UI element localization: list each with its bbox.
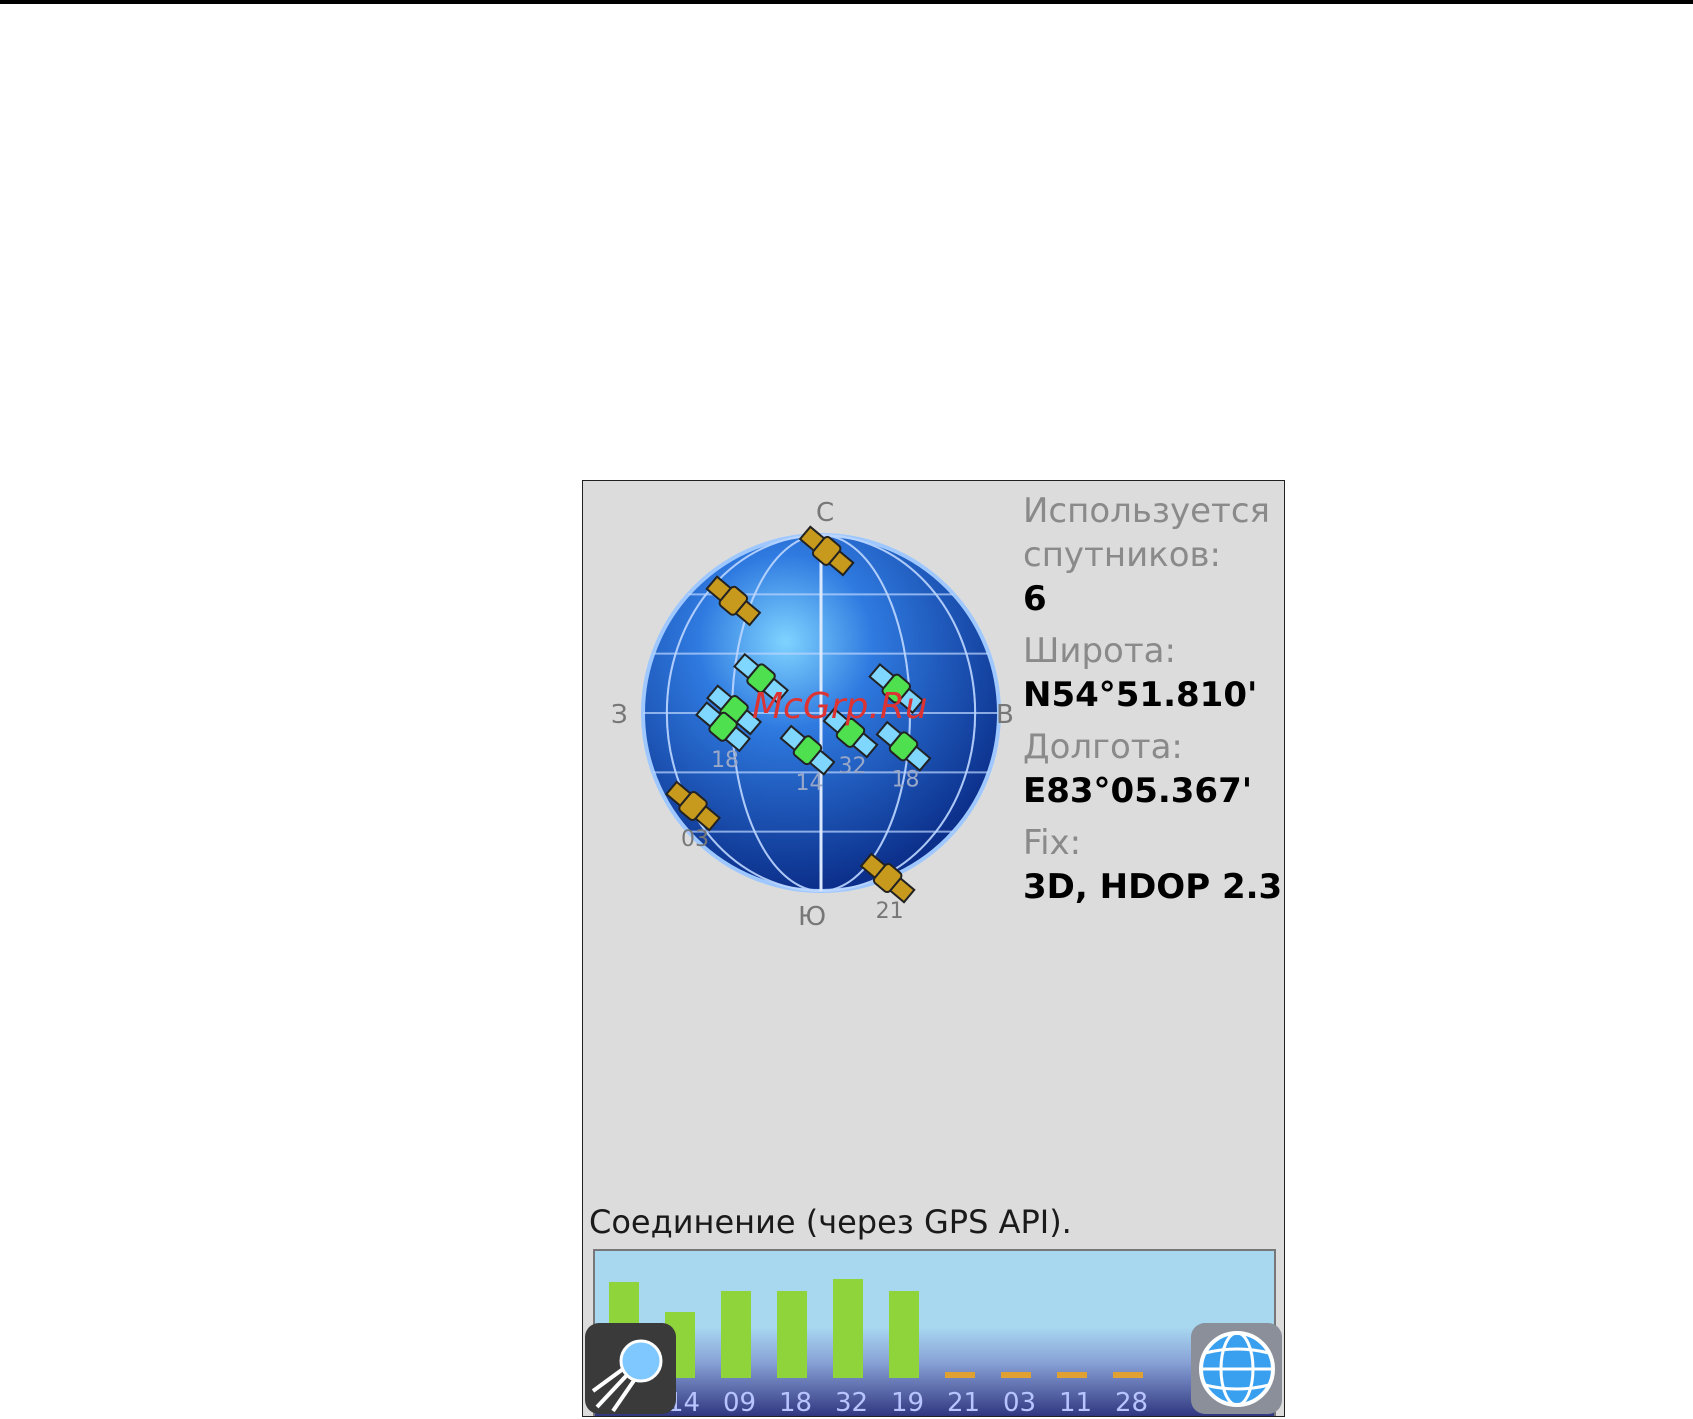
gps-screen: С Ю З В 18 32 14 18 03 21 McGrp.Ru Использует…	[582, 480, 1285, 1417]
signal-bar-label: 09	[723, 1388, 756, 1417]
signal-bar-label: 21	[947, 1388, 980, 1417]
satellite-id-label: 03	[681, 827, 709, 852]
signal-bar-label: 32	[835, 1388, 868, 1417]
longitude-label: Долгота:	[1023, 727, 1183, 767]
top-rule	[0, 0, 1693, 4]
sats-used-label-1: Используется	[1023, 491, 1270, 531]
signal-bar	[1113, 1372, 1143, 1378]
signal-bar	[777, 1291, 807, 1378]
longitude-value: E83°05.367'	[1023, 771, 1253, 811]
compass-north-label: С	[816, 498, 834, 528]
signal-bar	[721, 1291, 751, 1378]
signal-chart: 14 09 18 32 19 21 03 11 28	[595, 1251, 1274, 1417]
globe-icon	[1191, 1323, 1282, 1414]
satellite-id-label: 18	[892, 767, 920, 792]
satellite-id-label: 21	[876, 899, 904, 924]
signal-bar-label: 03	[1003, 1388, 1036, 1417]
sats-used-value: 6	[1023, 579, 1047, 619]
signal-bar-label: 28	[1115, 1388, 1148, 1417]
latitude-label: Широта:	[1023, 631, 1176, 671]
signal-bar	[833, 1279, 863, 1378]
signal-bar-label: 11	[1059, 1388, 1092, 1417]
compass-east-label: В	[996, 700, 1014, 730]
signal-bar	[889, 1291, 919, 1378]
info-panel: Используется спутников: 6 Широта: N54°51…	[1023, 489, 1283, 917]
sats-used-label-2: спутников:	[1023, 535, 1222, 575]
signal-bar	[1057, 1372, 1087, 1378]
satellite-icon	[585, 1323, 676, 1414]
signal-bar-label: 18	[779, 1388, 812, 1417]
signal-bar-label: 19	[891, 1388, 924, 1417]
connection-status: Соединение (через GPS API).	[589, 1203, 1072, 1241]
compass-west-label: З	[611, 700, 628, 730]
compass-south-label: Ю	[798, 902, 826, 932]
satellite-button[interactable]	[583, 1321, 678, 1416]
satellite-id-label: 32	[839, 754, 867, 779]
fix-value: 3D, HDOP 2.3	[1023, 867, 1283, 907]
signal-panel: 14 09 18 32 19 21 03 11 28	[593, 1249, 1276, 1417]
fix-label: Fix:	[1023, 823, 1082, 863]
signal-bar	[1001, 1372, 1031, 1378]
satellite-id-label: 14	[795, 771, 823, 796]
latitude-value: N54°51.810'	[1023, 675, 1258, 715]
watermark: McGrp.Ru	[752, 686, 928, 727]
signal-bar	[945, 1372, 975, 1378]
satellite-id-label: 18	[711, 748, 739, 773]
globe-button[interactable]	[1189, 1321, 1284, 1416]
